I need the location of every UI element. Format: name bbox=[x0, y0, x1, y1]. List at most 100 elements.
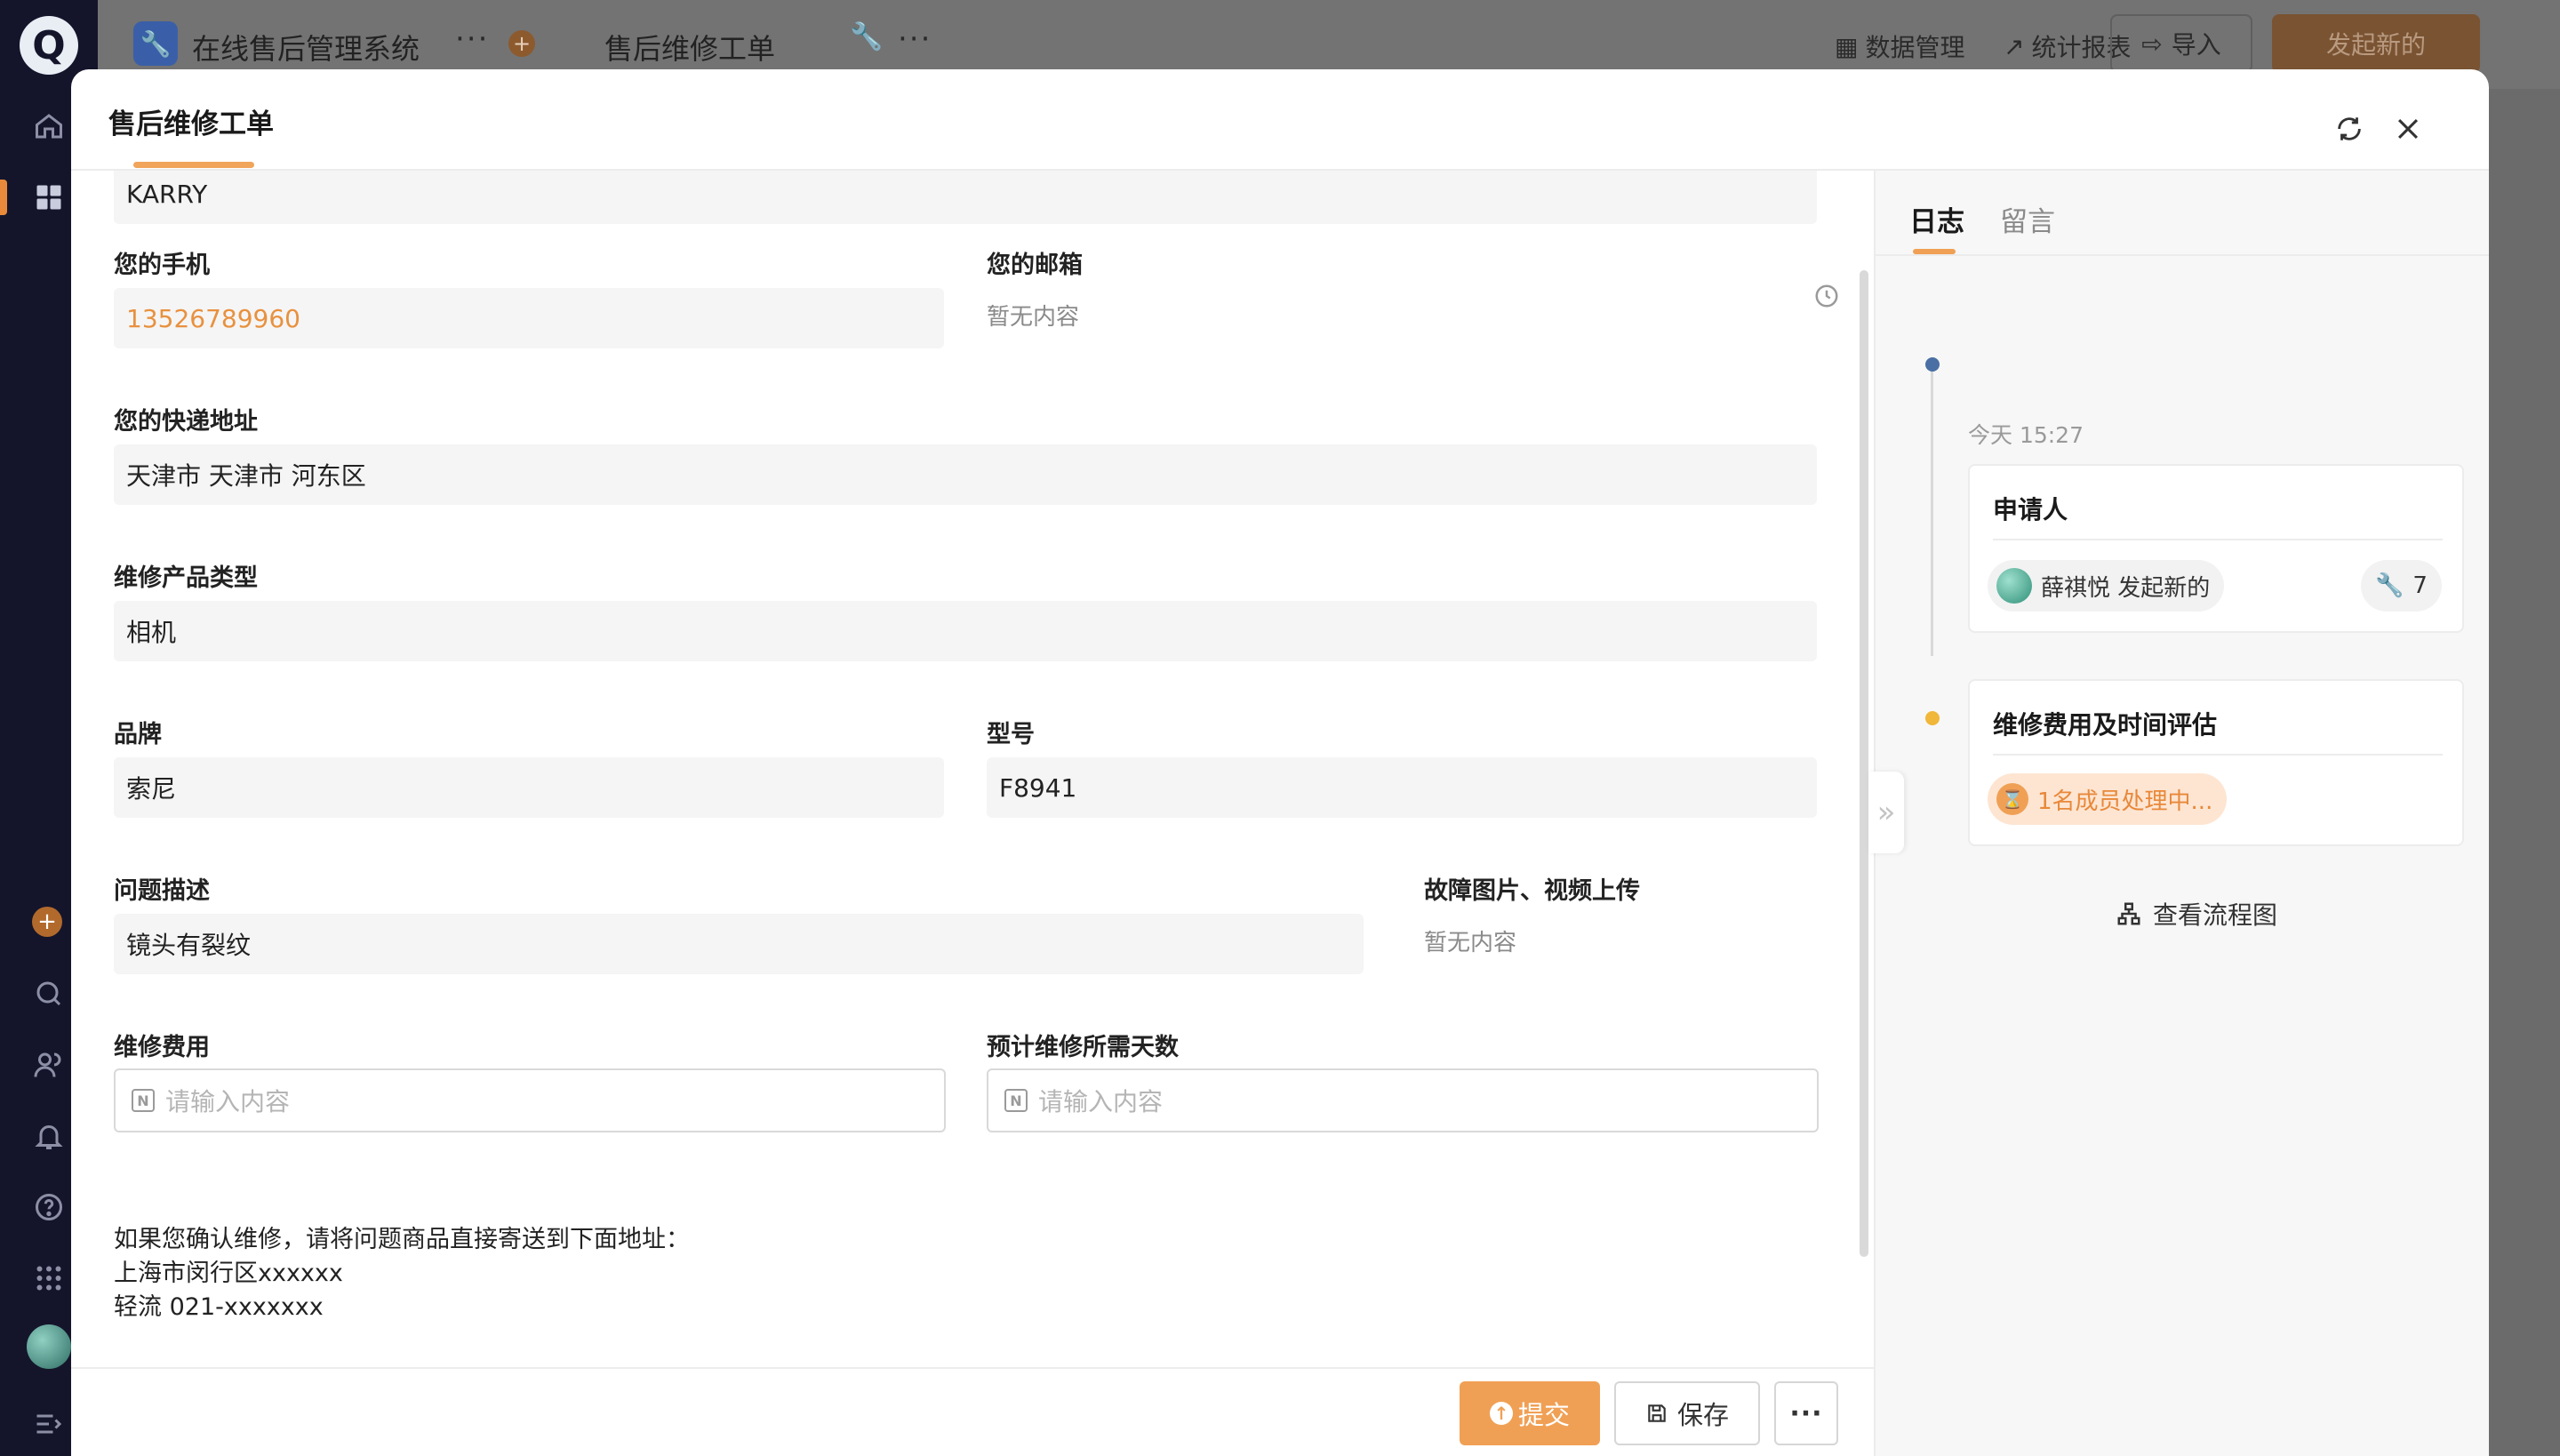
timeline-time: 今天 15:27 bbox=[1968, 418, 2084, 450]
number-icon: N bbox=[1004, 1089, 1028, 1112]
tab-comments[interactable]: 留言 bbox=[2000, 199, 2055, 239]
shipping-note: 如果您确认维修，请将问题商品直接寄送到下面地址： 上海市闵行区xxxxxx 轻流… bbox=[114, 1223, 690, 1324]
app-name[interactable]: 在线售后管理系统 bbox=[192, 27, 420, 68]
data-manage-label: 数据管理 bbox=[1865, 33, 1965, 62]
note-line-1: 如果您确认维修，请将问题商品直接寄送到下面地址： bbox=[114, 1226, 690, 1253]
timeline-line bbox=[1931, 363, 1933, 656]
timeline-dot-done bbox=[1925, 357, 1940, 372]
form-scrollbar[interactable] bbox=[1860, 270, 1868, 1257]
help-icon[interactable] bbox=[29, 1188, 68, 1227]
submit-button[interactable]: ↑ 提交 bbox=[1460, 1381, 1600, 1445]
product-type-label: 维修产品类型 bbox=[114, 564, 258, 592]
view-flowchart-label: 查看流程图 bbox=[2153, 900, 2278, 930]
phone-field[interactable]: 13526789960 bbox=[114, 288, 944, 348]
issue-field[interactable]: 镜头有裂纹 bbox=[114, 914, 1364, 974]
chart-icon: ↗ bbox=[2004, 31, 2025, 61]
hourglass-icon: ⌛ bbox=[1996, 783, 2028, 815]
history-icon[interactable] bbox=[1813, 283, 1840, 309]
data-manage-link[interactable]: ▦ 数据管理 bbox=[1835, 28, 1964, 64]
note-line-2: 上海市闵行区xxxxxx bbox=[114, 1260, 343, 1287]
import-icon: ⇨ bbox=[2141, 28, 2163, 59]
app-add-icon[interactable]: + bbox=[508, 30, 535, 57]
work-order-modal: 售后维修工单 KARRY 您的手机 13526789960 您的邮箱 暂无内容 … bbox=[71, 69, 2489, 1456]
close-icon[interactable] bbox=[2393, 114, 2423, 144]
save-button[interactable]: 保存 bbox=[1614, 1381, 1760, 1445]
issue-label: 问题描述 bbox=[114, 877, 210, 905]
collapse-panel-handle[interactable]: » bbox=[1868, 772, 1904, 853]
card-divider bbox=[1993, 539, 2443, 540]
apps-grid-icon[interactable] bbox=[29, 1259, 68, 1298]
fee-input[interactable]: N 请输入内容 bbox=[114, 1068, 946, 1132]
home-icon[interactable] bbox=[29, 107, 68, 146]
more-actions-button[interactable]: ··· bbox=[1774, 1381, 1838, 1445]
upload-arrow-icon: ↑ bbox=[1489, 1402, 1513, 1425]
number-icon: N bbox=[132, 1089, 155, 1112]
note-line-3: 轻流 021-xxxxxxx bbox=[114, 1293, 324, 1321]
nav-active-indicator bbox=[0, 180, 7, 215]
flowchart-icon bbox=[2116, 900, 2142, 927]
nav-add-icon[interactable]: + bbox=[32, 907, 62, 937]
modal-title: 售后维修工单 bbox=[108, 108, 274, 140]
card-divider bbox=[1993, 754, 2443, 756]
module-settings-icon[interactable]: 🔧 bbox=[850, 21, 884, 52]
days-placeholder: 请输入内容 bbox=[1038, 1087, 1164, 1116]
processing-chip[interactable]: ⌛ 1名成员处理中... bbox=[1988, 773, 2228, 825]
upload-empty: 暂无内容 bbox=[1424, 930, 1517, 956]
days-input[interactable]: N 请输入内容 bbox=[987, 1068, 1819, 1132]
module-name[interactable]: 售后维修工单 bbox=[604, 27, 775, 68]
expand-sidebar-icon[interactable] bbox=[29, 1404, 68, 1444]
tab-log[interactable]: 日志 bbox=[1909, 199, 1964, 239]
upload-label: 故障图片、视频上传 bbox=[1424, 877, 1640, 905]
wrench-count: 7 bbox=[2412, 572, 2428, 599]
save-label: 保存 bbox=[1676, 1400, 1729, 1430]
applicant-text: 薛祺悦 发起新的 bbox=[2041, 574, 2211, 602]
fee-label: 维修费用 bbox=[114, 1034, 210, 1061]
import-button[interactable]: ⇨ 导入 bbox=[2110, 14, 2252, 73]
user-avatar[interactable] bbox=[27, 1324, 71, 1369]
save-icon bbox=[1645, 1402, 1668, 1425]
users-icon[interactable] bbox=[29, 1045, 68, 1084]
model-field[interactable]: F8941 bbox=[987, 757, 1817, 818]
timeline-dot-pending bbox=[1925, 711, 1940, 725]
import-label: 导入 bbox=[2171, 30, 2221, 60]
modal-header: 售后维修工单 bbox=[71, 69, 2489, 171]
dashboard-icon[interactable] bbox=[29, 178, 68, 217]
brand-field[interactable]: 索尼 bbox=[114, 757, 944, 818]
app-more-icon[interactable]: ··· bbox=[455, 21, 489, 57]
step-title: 申请人 bbox=[1993, 495, 2068, 524]
data-manage-icon: ▦ bbox=[1835, 31, 1859, 61]
title-underline bbox=[133, 162, 254, 168]
brand-label: 品牌 bbox=[114, 721, 162, 748]
app-logo[interactable]: Q bbox=[20, 16, 78, 75]
step-title: 维修费用及时间评估 bbox=[1993, 710, 2218, 740]
phone-label: 您的手机 bbox=[114, 252, 210, 279]
module-more-icon[interactable]: ··· bbox=[898, 21, 932, 57]
timeline-time-text: 今天 15:27 bbox=[1968, 422, 2084, 448]
log-tabs: 日志 留言 bbox=[1876, 171, 2489, 256]
log-panel: 日志 留言 今天 15:27 申请人 薛祺悦 发起新的 🔧 7 维修费用及时间评… bbox=[1874, 171, 2489, 1456]
step-card-evaluation: 维修费用及时间评估 ⌛ 1名成员处理中... bbox=[1968, 679, 2464, 846]
view-flowchart-link[interactable]: 查看流程图 bbox=[2116, 896, 2277, 932]
active-tab-indicator bbox=[1913, 249, 1956, 254]
email-empty: 暂无内容 bbox=[987, 304, 1080, 331]
address-field[interactable]: 天津市 天津市 河东区 bbox=[114, 444, 1817, 505]
step-card-applicant: 申请人 薛祺悦 发起新的 🔧 7 bbox=[1968, 464, 2464, 633]
applicant-avatar bbox=[1996, 568, 2032, 604]
address-label: 您的快递地址 bbox=[114, 408, 258, 436]
days-label: 预计维修所需天数 bbox=[987, 1034, 1179, 1061]
modal-footer: ↑ 提交 保存 ··· bbox=[71, 1367, 1874, 1456]
new-record-button[interactable]: 发起新的 bbox=[2272, 14, 2480, 73]
submit-label: 提交 bbox=[1517, 1400, 1570, 1430]
applicant-chip[interactable]: 薛祺悦 发起新的 bbox=[1988, 560, 2225, 612]
model-label: 型号 bbox=[987, 721, 1035, 748]
fee-placeholder: 请输入内容 bbox=[165, 1087, 291, 1116]
wrench-count-chip[interactable]: 🔧 7 bbox=[2361, 560, 2442, 612]
processing-text: 1名成员处理中... bbox=[2037, 788, 2213, 815]
email-label: 您的邮箱 bbox=[987, 252, 1083, 279]
wrench-icon: 🔧 bbox=[2375, 572, 2404, 599]
search-icon[interactable] bbox=[29, 974, 68, 1013]
refresh-icon[interactable] bbox=[2334, 114, 2364, 144]
bell-icon[interactable] bbox=[29, 1116, 68, 1156]
name-field[interactable]: KARRY bbox=[114, 171, 1817, 224]
product-type-field[interactable]: 相机 bbox=[114, 601, 1817, 661]
